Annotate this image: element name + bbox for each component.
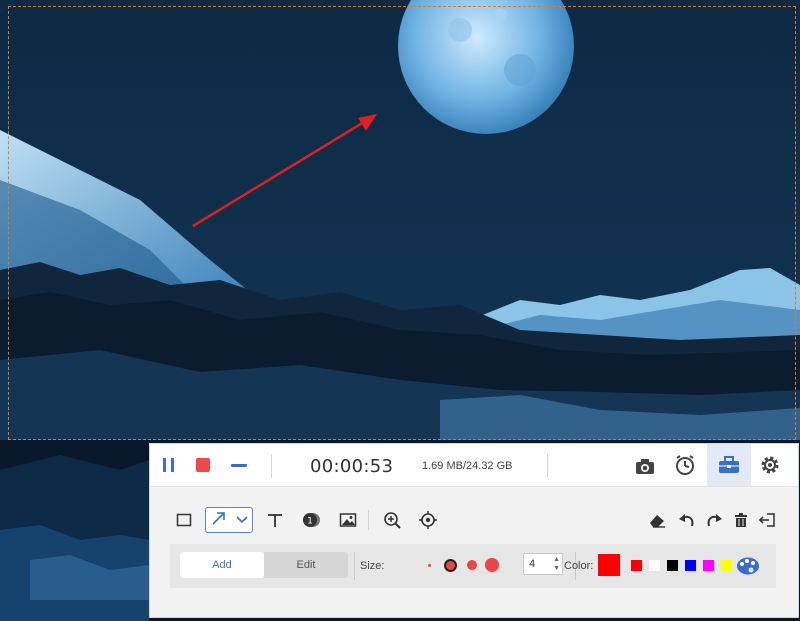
stop-icon[interactable]	[192, 455, 214, 475]
zoom-icon[interactable]	[379, 508, 405, 532]
camera-icon[interactable]	[632, 454, 658, 478]
chevron-down-icon[interactable]	[235, 511, 248, 529]
recording-timer: 00:00:53	[310, 456, 394, 477]
alarm-clock-icon[interactable]	[672, 452, 698, 478]
divider	[368, 510, 369, 530]
color-swatch-red[interactable]	[631, 560, 642, 571]
undo-icon[interactable]	[674, 508, 700, 532]
file-size-readout: 1.69 MB/24.32 GB	[422, 460, 513, 472]
arrow-tool-button[interactable]	[205, 507, 253, 533]
color-swatch-black[interactable]	[667, 560, 678, 571]
image-icon[interactable]	[335, 508, 361, 532]
color-label: Color:	[564, 560, 594, 572]
size-dot-3[interactable]	[467, 560, 477, 570]
recorder-top-bar: 00:00:53 1.69 MB/24.32 GB	[150, 444, 798, 487]
color-swatch-white[interactable]	[649, 560, 660, 571]
add-tab[interactable]: Add	[180, 552, 264, 578]
recorder-toolbar: 00:00:53 1.69 MB/24.32 GB 1 Add Edit Siz…	[149, 443, 799, 618]
stepper-arrows-icon[interactable]: ▲ ▼	[553, 555, 560, 573]
divider	[354, 552, 355, 580]
divider	[271, 454, 272, 478]
spotlight-icon[interactable]	[415, 508, 441, 532]
color-swatch-magenta[interactable]	[703, 560, 714, 571]
exit-icon[interactable]	[754, 508, 780, 532]
size-value: 4	[529, 558, 536, 570]
divider	[547, 454, 548, 478]
color-swatch-yellow[interactable]	[721, 560, 732, 571]
redo-icon[interactable]	[701, 508, 727, 532]
text-icon[interactable]	[262, 508, 288, 532]
color-swatch-blue[interactable]	[685, 560, 696, 571]
palette-icon[interactable]	[735, 554, 761, 578]
size-dot-2[interactable]	[444, 559, 457, 572]
selected-color-swatch[interactable]	[598, 554, 620, 576]
drawing-options-bar: Add Edit Size: 4 ▲ ▼ Color:	[170, 544, 776, 588]
callout-number-icon[interactable]: 1	[298, 508, 324, 532]
size-label: Size:	[360, 560, 385, 572]
edit-tab[interactable]: Edit	[264, 552, 348, 578]
minimize-icon[interactable]	[228, 455, 250, 475]
toolbox-icon[interactable]	[716, 453, 742, 477]
gear-icon[interactable]	[757, 453, 783, 477]
arrow-icon	[211, 510, 227, 531]
delete-icon[interactable]	[728, 508, 754, 532]
size-stepper[interactable]: 4 ▲ ▼	[523, 553, 563, 575]
svg-text:1: 1	[307, 517, 313, 527]
eraser-icon[interactable]	[644, 508, 670, 532]
size-dot-4[interactable]	[485, 558, 499, 572]
pause-icon[interactable]	[158, 455, 180, 475]
size-dot-1[interactable]	[428, 564, 431, 567]
rectangle-icon[interactable]	[171, 508, 197, 532]
